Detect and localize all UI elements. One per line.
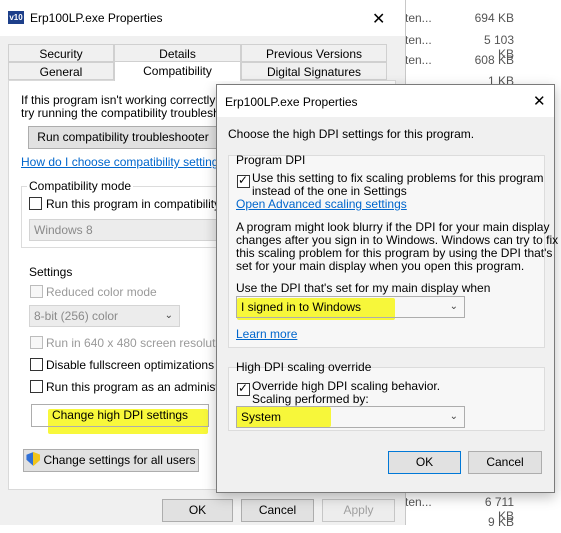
intro-text: try running the compatibility troublesho…	[21, 106, 248, 120]
group-title: Compatibility mode	[27, 179, 134, 193]
title-bar[interactable]: Erp100LP.exe Properties ✕	[217, 85, 554, 117]
reduced-color-checkbox[interactable]	[30, 285, 43, 298]
group-title: High DPI scaling override	[236, 360, 372, 374]
blurry-text: set for your main display when you open …	[236, 259, 525, 273]
use-setting-checkbox[interactable]	[237, 173, 250, 188]
select-value: 8-bit (256) color	[34, 309, 119, 323]
select-value: Windows 8	[34, 223, 93, 237]
window-title: Erp100LP.exe Properties	[30, 11, 163, 25]
how-to-choose-link[interactable]: How do I choose compatibility settings m…	[21, 155, 244, 169]
group-title: Program DPI	[236, 153, 306, 167]
file-type: ten...	[405, 495, 432, 509]
disable-fullscreen-label: Disable fullscreen optimizations	[46, 358, 215, 372]
tab-general[interactable]: General	[8, 62, 114, 80]
close-icon[interactable]: ✕	[372, 9, 385, 29]
tab-digital-signatures[interactable]: Digital Signatures	[241, 62, 387, 80]
app-icon: v10	[8, 11, 24, 24]
ok-button[interactable]: OK	[162, 499, 233, 522]
run-640-checkbox[interactable]	[30, 336, 43, 349]
compat-os-select[interactable]: Windows 8	[29, 219, 219, 241]
file-type: ten...	[405, 53, 432, 67]
color-mode-select[interactable]: 8-bit (256) color ⌄	[29, 305, 180, 327]
compat-mode-checkbox[interactable]	[29, 197, 42, 210]
intro-text: If this program isn't working correctly …	[21, 93, 246, 107]
override-scaling-checkbox[interactable]	[237, 381, 250, 396]
change-dpi-button[interactable]: Change high DPI settings	[31, 404, 209, 427]
blurry-text: changes after you sign in to Windows. Wi…	[236, 233, 559, 247]
window-title: Erp100LP.exe Properties	[225, 95, 358, 109]
run-as-admin-label: Run this program as an administrator	[46, 380, 244, 394]
run-640-label: Run in 640 x 480 screen resolution	[46, 336, 232, 350]
tab-compatibility[interactable]: Compatibility	[114, 61, 241, 81]
change-all-users-label: Change settings for all users	[43, 453, 196, 467]
blurry-text: this scaling problem for this program by…	[236, 246, 553, 260]
override-scaling-label: Override high DPI scaling behavior.	[252, 379, 441, 393]
cancel-button[interactable]: Cancel	[241, 499, 314, 522]
open-advanced-scaling-link[interactable]: Open Advanced scaling settings	[236, 197, 407, 211]
dpi-heading: Choose the high DPI settings for this pr…	[228, 127, 475, 141]
chevron-down-icon: ⌄	[449, 411, 458, 422]
dpi-when-select[interactable]: I signed in to Windows ⌄	[236, 296, 465, 318]
tab-previous-versions[interactable]: Previous Versions	[241, 44, 387, 62]
apply-button[interactable]: Apply	[322, 499, 395, 522]
blurry-text: A program might look blurry if the DPI f…	[236, 220, 550, 234]
reduced-color-label: Reduced color mode	[46, 285, 157, 299]
tab-details[interactable]: Details	[114, 44, 241, 62]
file-size: 608 KB	[474, 53, 514, 67]
tab-security[interactable]: Security	[8, 44, 114, 62]
scaling-performed-label: Scaling performed by:	[252, 392, 369, 406]
learn-more-link[interactable]: Learn more	[236, 327, 297, 341]
run-troubleshooter-button[interactable]: Run compatibility troubleshooter	[28, 126, 218, 149]
title-bar[interactable]: v10 Erp100LP.exe Properties ✕	[0, 0, 405, 36]
shield-icon	[26, 452, 41, 466]
disable-fullscreen-checkbox[interactable]	[30, 358, 43, 371]
file-type: ten...	[405, 11, 432, 25]
file-size: 694 KB	[474, 11, 514, 25]
dpi-ok-button[interactable]: OK	[388, 451, 461, 474]
use-dpi-label: Use the DPI that's set for my main displ…	[236, 281, 491, 295]
dpi-cancel-button[interactable]: Cancel	[468, 451, 542, 474]
high-dpi-dialog: Erp100LP.exe Properties ✕ Choose the hig…	[216, 84, 559, 493]
change-all-users-button[interactable]: Change settings for all users	[23, 449, 199, 472]
select-value: I signed in to Windows	[241, 300, 362, 314]
close-icon[interactable]: ✕	[533, 92, 546, 110]
chevron-down-icon: ⌄	[449, 301, 458, 312]
file-size: 9 KB	[487, 515, 514, 529]
scaling-performed-select[interactable]: System ⌄	[236, 406, 465, 428]
use-setting-label: Use this setting to fix scaling problems…	[252, 171, 544, 185]
settings-group	[21, 272, 221, 476]
chevron-down-icon: ⌄	[164, 310, 173, 321]
select-value: System	[241, 410, 282, 424]
group-title: Settings	[29, 265, 73, 279]
file-type: ten...	[405, 33, 432, 47]
run-as-admin-checkbox[interactable]	[30, 380, 43, 393]
use-setting-label: instead of the one in Settings	[252, 184, 407, 198]
